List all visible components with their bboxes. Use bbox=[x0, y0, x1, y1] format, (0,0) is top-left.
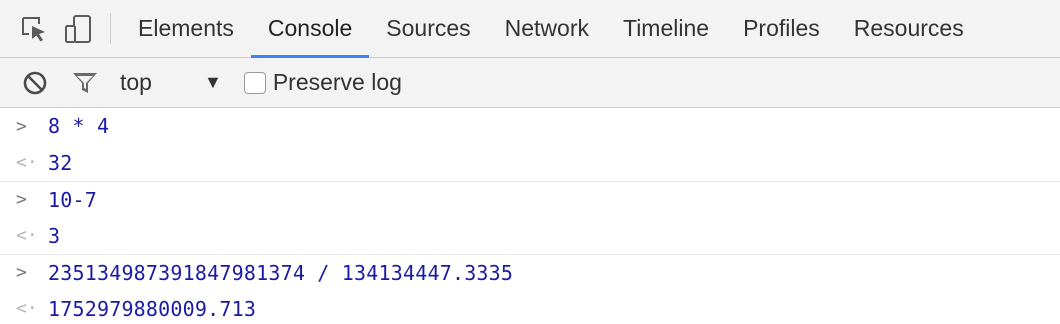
console-result-text: 1752979880009.713 bbox=[48, 296, 257, 321]
console-input-row: >8 * 4 bbox=[0, 108, 1060, 145]
console-result-text: 32 bbox=[48, 150, 73, 175]
tab-profiles[interactable]: Profiles bbox=[726, 0, 837, 57]
console-toolbar: top ▼ Preserve log bbox=[0, 58, 1060, 108]
device-mode-icon bbox=[65, 14, 91, 43]
inspect-element-button[interactable] bbox=[12, 0, 56, 57]
preserve-log-label: Preserve log bbox=[272, 69, 402, 95]
console-result-text: 3 bbox=[48, 223, 61, 248]
toolbar-divider bbox=[110, 13, 111, 44]
context-value: top bbox=[120, 69, 152, 95]
prompt-chevron-icon: > bbox=[16, 189, 27, 211]
filter-icon bbox=[73, 72, 97, 93]
tab-console[interactable]: Console bbox=[250, 0, 370, 58]
console-result-row: <· 32 bbox=[0, 145, 1060, 182]
clear-console-icon bbox=[23, 71, 47, 94]
tab-elements[interactable]: Elements bbox=[121, 0, 251, 57]
preserve-log-checkbox[interactable] bbox=[243, 71, 266, 94]
console-result-row: <· 3 bbox=[0, 218, 1060, 255]
prompt-chevron-icon: > bbox=[16, 262, 27, 284]
device-mode-button[interactable] bbox=[56, 0, 100, 57]
result-arrow-icon: <· bbox=[16, 298, 38, 320]
console-result-row: <· 1752979880009.713 bbox=[0, 291, 1060, 324]
console-input-row: >10-7 bbox=[0, 181, 1060, 218]
console-messages: >8 * 4 <· 32 >10-7 <· 3 >23513498739184798137​… bbox=[0, 108, 1060, 324]
tab-network[interactable]: Network bbox=[488, 0, 606, 57]
console-input-text: 8 * 4 bbox=[48, 114, 110, 139]
cursor-select-icon bbox=[22, 16, 45, 41]
context-selector[interactable]: top ▼ bbox=[120, 69, 222, 96]
prompt-chevron-icon: > bbox=[16, 115, 27, 137]
clear-console-button[interactable] bbox=[20, 68, 50, 98]
chevron-down-icon: ▼ bbox=[203, 72, 222, 92]
tab-sources[interactable]: Sources bbox=[369, 0, 487, 57]
tab-resources[interactable]: Resources bbox=[837, 0, 981, 57]
devtools-tab-bar: Elements Console Sources Network Timeline Pro… bbox=[0, 0, 1060, 58]
console-input-text: 10-7 bbox=[48, 187, 97, 212]
preserve-log-toggle[interactable]: Preserve log bbox=[243, 69, 402, 96]
console-input-text: 23513498739184798137​4 / 134134447.3335 bbox=[48, 260, 514, 285]
tab-timeline[interactable]: Timeline bbox=[606, 0, 726, 57]
result-arrow-icon: <· bbox=[16, 225, 38, 247]
filter-button[interactable] bbox=[70, 68, 100, 98]
console-input-row: >23513498739184798137​4 / 134134447.3335 bbox=[0, 254, 1060, 291]
result-arrow-icon: <· bbox=[16, 152, 38, 174]
